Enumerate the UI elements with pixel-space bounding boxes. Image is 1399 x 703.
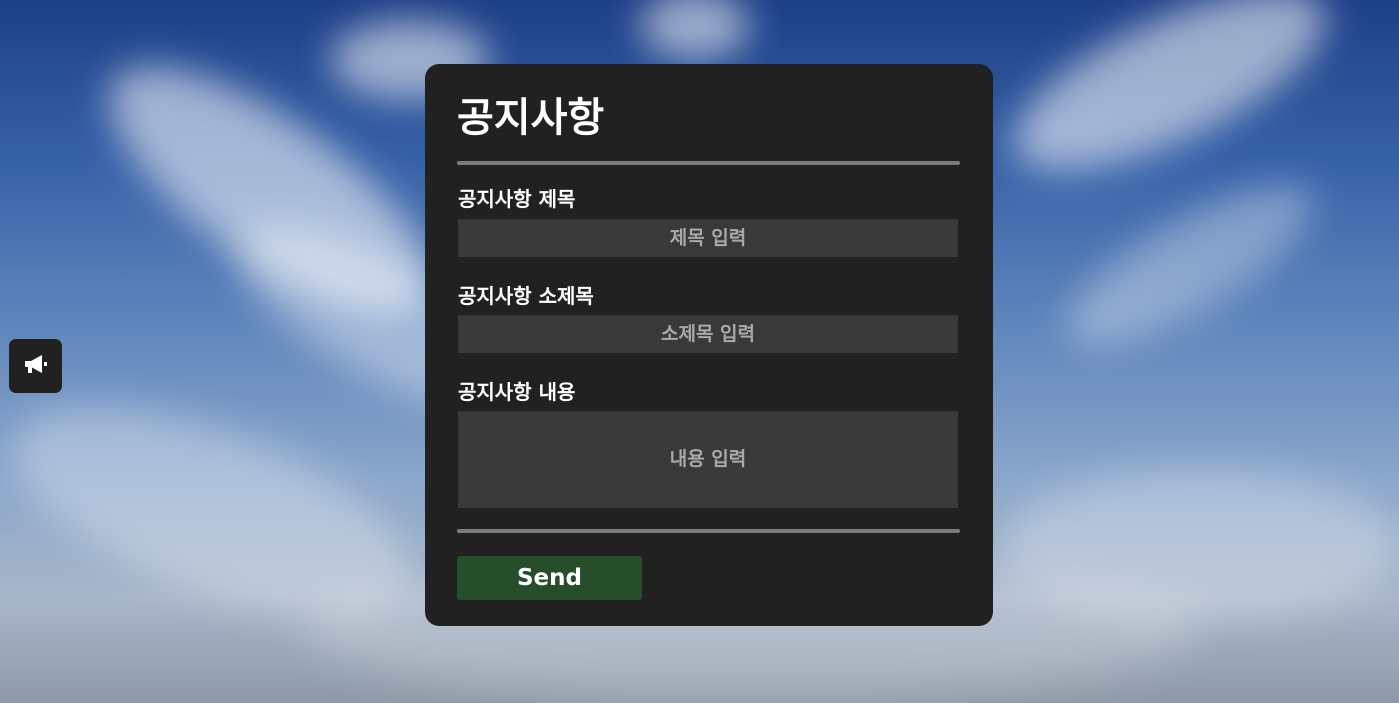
title-divider — [457, 161, 960, 165]
notice-toggle-button[interactable] — [9, 339, 62, 393]
subject-label: 공지사항 제목 — [458, 187, 576, 211]
notice-panel: 공지사항 공지사항 제목 공지사항 소제목 공지사항 내용 Send — [425, 64, 993, 626]
content-textarea[interactable] — [458, 411, 958, 508]
megaphone-icon — [23, 352, 49, 380]
panel-title: 공지사항 — [457, 95, 605, 141]
content-label: 공지사항 내용 — [458, 380, 576, 404]
subtitle-input[interactable] — [458, 315, 958, 353]
send-button[interactable]: Send — [457, 556, 642, 600]
subtitle-label: 공지사항 소제목 — [458, 284, 594, 308]
footer-divider — [457, 529, 960, 533]
subject-input[interactable] — [458, 219, 958, 257]
